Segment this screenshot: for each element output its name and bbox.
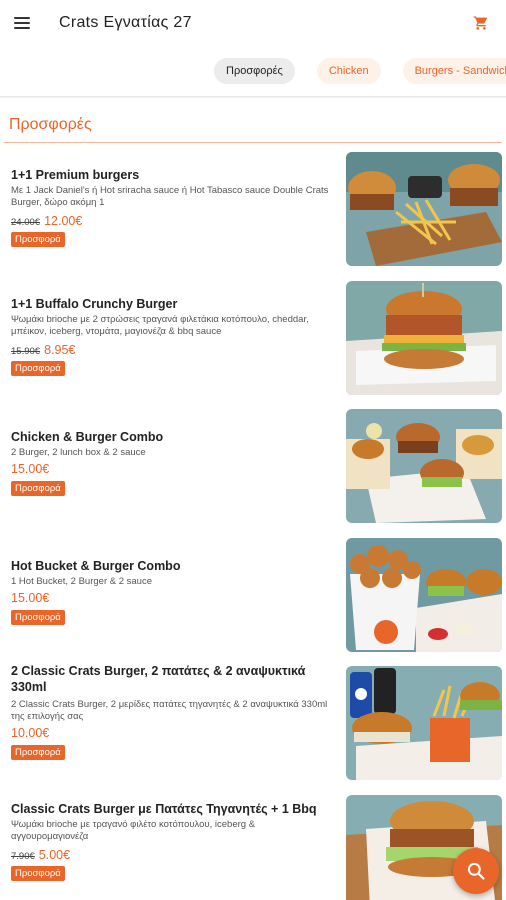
offer-badge: Προσφορά (11, 745, 65, 760)
tab-offers[interactable]: Προσφορές (214, 58, 295, 84)
item-name: 2 Classic Crats Burger, 2 πατάτες & 2 αν… (11, 664, 306, 694)
offer-badge: Προσφορά (11, 232, 65, 247)
list-item[interactable]: Classic Crats Burger με Πατάτες Τηγανητέ… (0, 786, 506, 900)
item-image (346, 409, 502, 523)
tab-burgers-sandwiches[interactable]: Burgers - Sandwiches (402, 58, 506, 84)
item-name: Hot Bucket & Burger Combo (11, 558, 181, 573)
item-prices: 15.00€ (11, 591, 49, 605)
menu-icon[interactable] (14, 13, 34, 33)
item-description: Με 1 Jack Daniel's ή Hot sriracha sauce … (11, 185, 329, 208)
list-item[interactable]: Chicken & Burger Combo 2 Burger, 2 lunch… (0, 400, 506, 529)
item-name: Classic Crats Burger με Πατάτες Τηγανητέ… (11, 801, 317, 816)
item-price: 10.00€ (11, 726, 50, 740)
app-screen: Crats Εγνατίας 27 Προσφορές Chicken Burg… (0, 0, 506, 900)
item-description: Ψωμάκι brioche με τραγανό φιλέτο κοτόπου… (11, 818, 256, 842)
item-old-price: 7.90€ (11, 850, 35, 862)
offer-badge: Προσφορά (11, 609, 65, 625)
item-prices: 24.00€ 12.00€ (11, 214, 82, 228)
item-name: 1+1 Premium burgers (11, 168, 140, 182)
item-image (346, 280, 502, 395)
item-prices: 7.90€ 5.00€ (11, 848, 70, 862)
item-name: Chicken & Burger Combo (11, 430, 164, 444)
item-price: 15.00€ (11, 462, 50, 476)
item-image (346, 666, 502, 780)
item-price: 8.95€ (44, 342, 76, 357)
item-prices: 10.00€ (11, 726, 49, 740)
list-item[interactable]: Hot Bucket & Burger Combo 1 Hot Bucket, … (0, 529, 506, 658)
offer-badge: Προσφορά (11, 481, 65, 496)
item-price: 5.00€ (38, 847, 71, 862)
search-icon[interactable] (453, 848, 499, 894)
item-description: 2 Classic Crats Burger, 2 μερίδες πατάτε… (11, 699, 328, 722)
item-name: 1+1 Buffalo Crunchy Burger (11, 296, 178, 311)
list-item[interactable]: 1+1 Premium burgers Με 1 Jack Daniel's ή… (0, 143, 506, 272)
tab-chicken[interactable]: Chicken (316, 58, 381, 84)
product-list: 1+1 Premium burgers Με 1 Jack Daniel's ή… (0, 143, 506, 900)
item-price: 15.00€ (11, 590, 50, 605)
offer-badge: Προσφορά (11, 360, 65, 376)
item-price: 12.00€ (44, 214, 83, 228)
category-tabs: Προσφορές Chicken Burgers - Sandwiches (0, 46, 506, 96)
section-title: Προσφορές (9, 116, 92, 133)
item-prices: 15.90€ 8.95€ (11, 343, 75, 357)
item-old-price: 24.00€ (11, 217, 41, 228)
list-item[interactable]: 1+1 Buffalo Crunchy Burger Ψωμάκι brioch… (0, 272, 506, 401)
item-description: Ψωμάκι brioche με 2 στρώσεις τραγανά φιλ… (11, 313, 309, 337)
item-description: 2 Burger, 2 lunch box & 2 sauce (11, 447, 146, 458)
item-image (346, 537, 502, 652)
item-old-price: 15.90€ (11, 345, 41, 357)
offer-badge: Προσφορά (11, 865, 65, 881)
cart-icon[interactable] (470, 12, 492, 34)
item-image (346, 152, 502, 266)
page-title: Crats Εγνατίας 27 (59, 14, 192, 31)
item-prices: 15.00€ (11, 462, 49, 476)
item-description: 1 Hot Bucket, 2 Burger & 2 sauce (11, 575, 152, 587)
top-bar: Crats Εγνατίας 27 (0, 0, 506, 46)
list-item[interactable]: 2 Classic Crats Burger, 2 πατάτες & 2 αν… (0, 657, 506, 786)
